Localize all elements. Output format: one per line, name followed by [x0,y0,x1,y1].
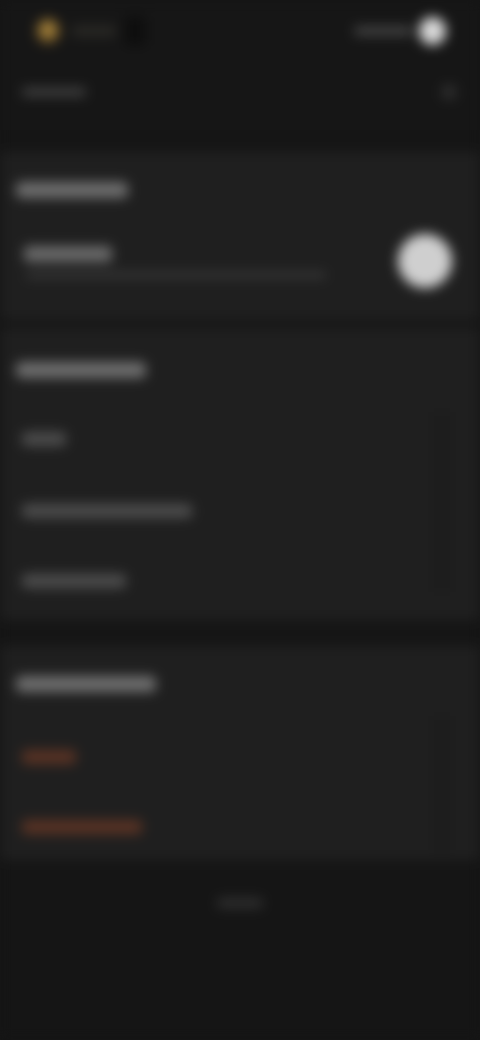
header-toggle-track [354,27,413,35]
app-badge [123,16,146,46]
list-item[interactable] [22,432,66,446]
section-title [16,362,146,378]
danger-item[interactable] [22,820,142,834]
setting-toggle-icon[interactable] [398,234,452,288]
section-title [16,676,156,692]
section-title [16,182,128,198]
setting-label [24,246,112,262]
settings-screen [0,0,480,1040]
settings-section-3 [0,646,480,860]
app-logo-icon [36,18,60,44]
setting-description [26,272,326,278]
scroll-indicator [434,412,450,592]
header-toggle[interactable] [354,17,446,45]
app-name [71,26,116,36]
scroll-indicator [434,716,450,852]
setting-row[interactable] [0,230,480,290]
danger-item[interactable] [22,750,76,764]
list-item[interactable] [22,574,126,588]
header-row-label [22,88,86,96]
app-header [0,0,480,130]
settings-section-1 [0,152,480,320]
app-logo[interactable] [30,12,146,50]
chevron-right-icon [442,85,456,99]
list-item[interactable] [22,504,192,518]
header-row[interactable] [22,78,456,106]
settings-section-2 [0,328,480,620]
header-toggle-knob [418,17,446,45]
footer-version [217,898,263,908]
